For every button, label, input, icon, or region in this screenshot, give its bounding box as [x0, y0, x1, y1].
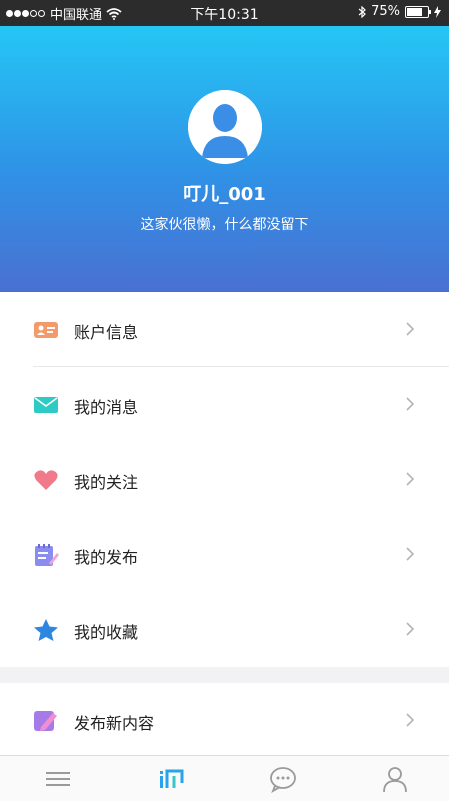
status-bar: 中国联通 下午10:31 75% — [0, 0, 449, 26]
bluetooth-icon — [358, 5, 366, 18]
menu-label: 账户信息 — [74, 323, 139, 342]
menu-item-my-posts[interactable]: 我的发布 — [0, 517, 449, 592]
avatar[interactable] — [188, 90, 262, 164]
chevron-right-icon — [406, 622, 415, 636]
menu-label: 我的关注 — [74, 473, 139, 492]
menu-item-my-favorites[interactable]: 我的收藏 — [0, 592, 449, 667]
menu-item-my-messages[interactable]: 我的消息 — [0, 367, 449, 442]
menu-item-my-follows[interactable]: 我的关注 — [0, 442, 449, 517]
notepad-icon — [35, 544, 59, 566]
menu-label: 我的发布 — [74, 548, 139, 567]
user-signature: 这家伙很懒，什么都没留下 — [140, 217, 309, 233]
menu-label: 我的消息 — [74, 398, 139, 417]
chevron-right-icon — [406, 472, 415, 486]
battery-percent: 75% — [371, 4, 400, 19]
chevron-right-icon — [406, 713, 415, 727]
chevron-right-icon — [406, 547, 415, 561]
menu-label: 发布新内容 — [74, 714, 155, 733]
bottom-tab-bar — [0, 755, 449, 801]
menu-list: 账户信息 我的消息 我的关注 我的发布 我的收藏 — [0, 292, 449, 667]
home-logo-icon[interactable] — [157, 765, 187, 793]
default-avatar-icon — [188, 90, 262, 164]
menu-label: 我的收藏 — [74, 623, 139, 642]
menu-list-secondary: 发布新内容 — [0, 683, 449, 755]
status-right: 75% — [358, 4, 441, 19]
charging-bolt-icon — [434, 5, 441, 18]
id-card-icon — [34, 322, 58, 338]
battery-icon — [405, 5, 431, 18]
star-icon — [34, 619, 58, 641]
chevron-right-icon — [406, 322, 415, 336]
menu-icon[interactable] — [43, 765, 73, 793]
envelope-icon — [34, 397, 58, 413]
menu-item-account-info[interactable]: 账户信息 — [0, 292, 449, 367]
menu-item-publish-new[interactable]: 发布新内容 — [0, 683, 449, 755]
pencil-icon — [34, 711, 57, 731]
profile-icon[interactable] — [380, 765, 410, 793]
chevron-right-icon — [406, 397, 415, 411]
heart-icon — [34, 470, 58, 490]
username: 叮儿_001 — [183, 184, 266, 205]
chat-icon[interactable] — [268, 765, 298, 793]
profile-header: 叮儿_001 这家伙很懒，什么都没留下 — [0, 26, 449, 292]
